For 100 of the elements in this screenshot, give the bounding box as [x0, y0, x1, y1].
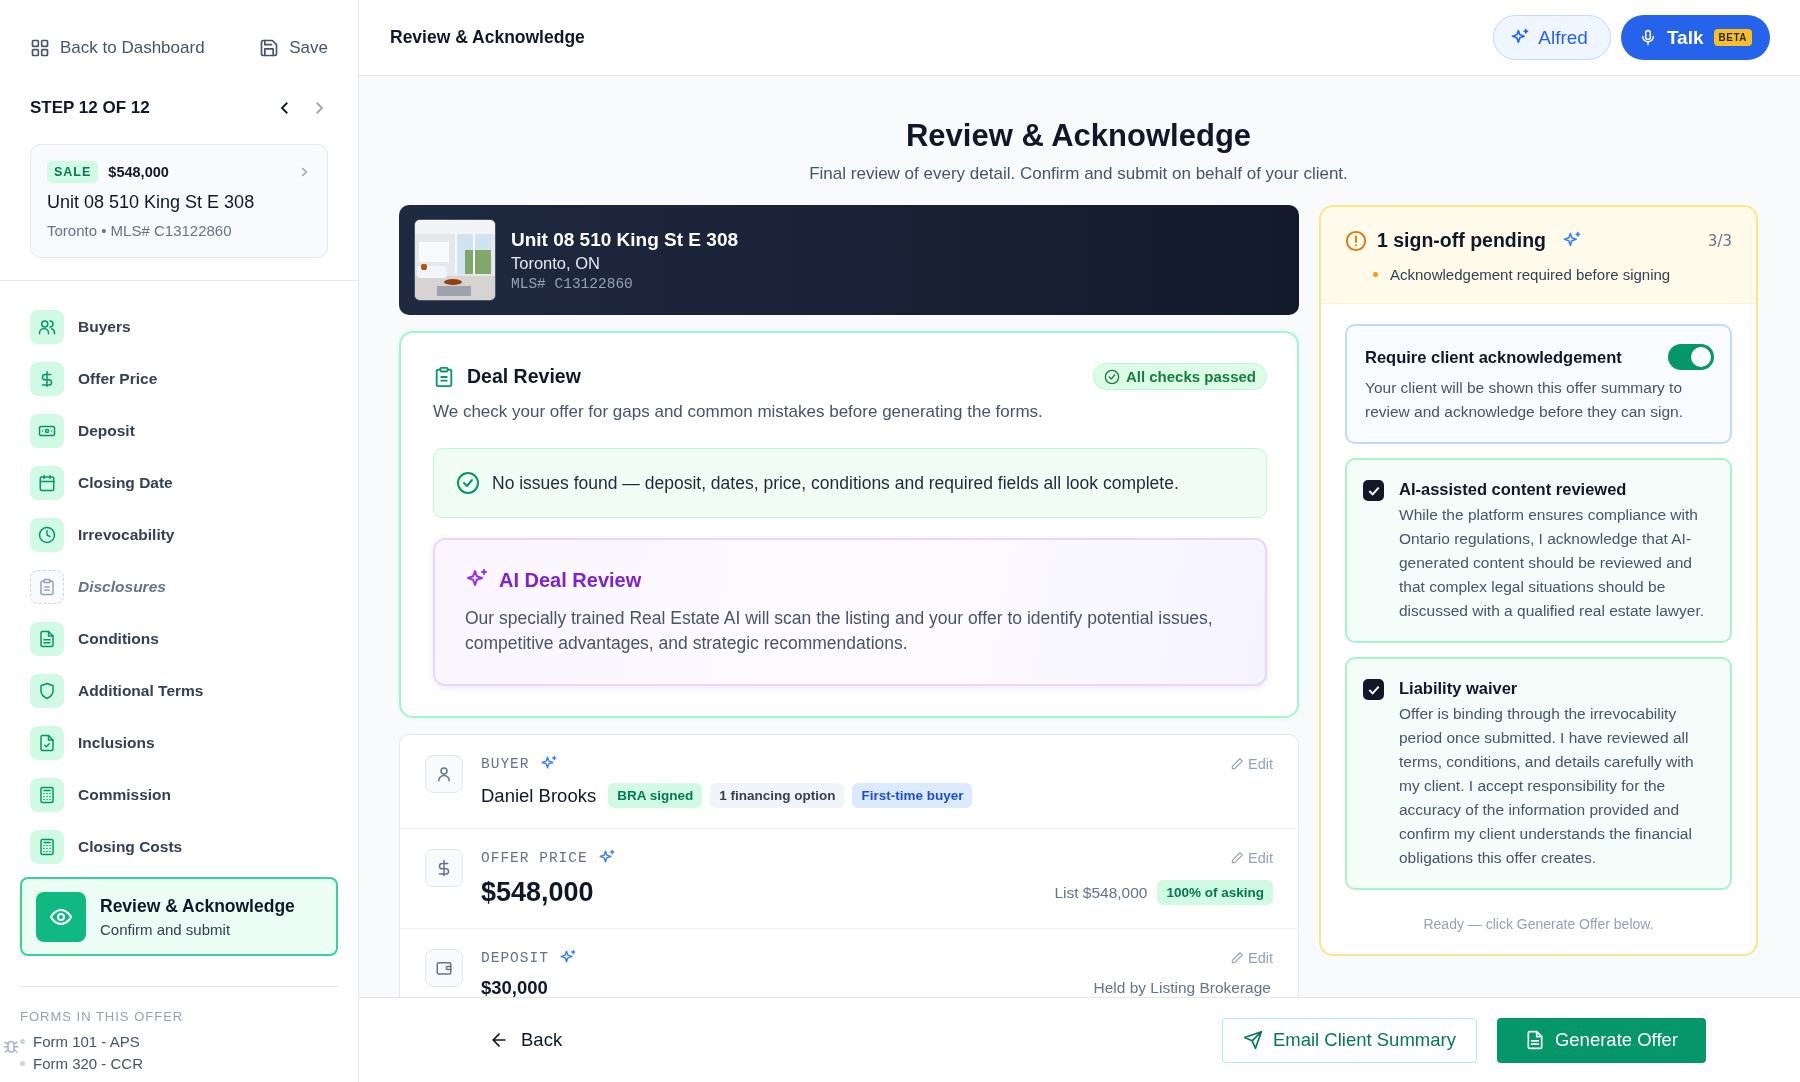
document-icon [38, 630, 56, 648]
step-subtitle: Confirm and submit [100, 920, 232, 938]
acknowledgement-description: Your client will be shown this offer summary to review and acknowledge before they can sign. [1365, 378, 1684, 422]
clipboard-icon [433, 365, 455, 388]
property-address: Unit 08 510 King St E 308 [511, 228, 739, 251]
step-item[interactable]: Commission [20, 769, 338, 821]
property-mls: MLS# C13122860 [511, 275, 634, 292]
pencil-icon [1230, 851, 1244, 865]
listing-meta: Toronto • MLS# C13122860 [47, 222, 233, 239]
step-item[interactable]: Closing Date [20, 457, 338, 509]
wallet-icon [435, 959, 453, 977]
sale-tag: SALE [47, 161, 99, 183]
document-check-icon [38, 734, 56, 752]
step-label: STEP 12 OF 12 [30, 98, 150, 118]
back-to-dashboard-link[interactable]: Back to Dashboard [30, 38, 205, 58]
row-value: Daniel Brooks [481, 784, 597, 807]
result-text: No issues found — deposit, dates, price, conditions and required fields all look complete. [492, 472, 1179, 494]
checkbox[interactable] [1363, 480, 1384, 501]
sign-off-note: Acknowledgement required before signing [1390, 266, 1671, 283]
bullet-icon [1373, 272, 1378, 277]
step-item[interactable]: Inclusions [20, 717, 338, 769]
calculator-icon [38, 786, 56, 804]
listing-address: Unit 08 510 King St E 308 [47, 192, 256, 213]
step-label: Disclosures [78, 578, 166, 596]
beta-badge: BETA [1713, 29, 1752, 46]
pencil-icon [1230, 757, 1244, 771]
row-note: Held by Listing Brokerage [1093, 979, 1271, 997]
check-circle-icon [1103, 368, 1120, 385]
step-item[interactable]: Additional Terms [20, 665, 338, 717]
calculator-icon [38, 838, 56, 856]
row-note: List $548,000 [1054, 883, 1148, 902]
listing-price: $548,000 [108, 164, 170, 180]
tag: 1 financing option [710, 783, 845, 808]
tag: BRA signed [608, 783, 703, 808]
step-label: Irrevocability [78, 526, 175, 544]
sign-off-title: 1 sign-off pending [1377, 229, 1546, 252]
tag: First-time buyer [852, 783, 973, 808]
talk-button[interactable]: Talk BETA [1620, 15, 1770, 60]
listing-card[interactable]: SALE $548,000 Unit 08 510 King St E 308 Toronto • MLS# C13122860 [30, 144, 328, 258]
checkbox[interactable] [1363, 679, 1384, 700]
deal-review-title: Deal Review [467, 365, 582, 388]
row-value: $30,000 [481, 977, 548, 997]
clipboard-icon [38, 578, 56, 596]
acknowledgement-title: Liability waiver [1399, 679, 1518, 697]
step-label: Offer Price [78, 370, 158, 388]
assistant-button[interactable]: Alfred [1493, 15, 1611, 60]
header-title: Review & Acknowledge [390, 27, 585, 48]
acknowledgement-description: While the platform ensures compliance with Ontario regulations, I acknowledge that AI-generated content should be reviewed and that complex legal situations should be discussed with a qualified real estate lawyer. [1399, 505, 1705, 621]
save-icon [259, 38, 280, 58]
people-icon [38, 318, 56, 336]
acknowledgement-description: Offer is binding through the irrevocability period once submitted. I have reviewed all terms, conditions, and details carefully with my client. I accept responsibility for the accuracy of the information provided and confirm my client understands the financial obligations this offer creates. [1399, 704, 1695, 868]
form-name: Form 320 - CCR [33, 1054, 144, 1072]
status-badge: All checks passed [1092, 363, 1267, 390]
acknowledgement-title: AI-assisted content reviewed [1399, 480, 1627, 498]
ai-review-description: Our specially trained Real Estate AI will scan the listing and your offer to identify potential issues, competitive advantages, and strategic recommendations. [465, 607, 1214, 655]
row-value: $548,000 [481, 877, 594, 908]
step-label: Additional Terms [78, 682, 204, 700]
send-icon [1242, 1030, 1263, 1050]
step-item[interactable]: Irrevocability [20, 509, 338, 561]
deal-review-description: We check your offer for gaps and common mistakes before generating the forms. [433, 402, 1044, 422]
forms-heading: FORMS IN THIS OFFER [20, 1009, 185, 1024]
save-button[interactable]: Save [259, 38, 328, 58]
form-name: Form 101 - APS [33, 1032, 140, 1050]
step-label: Buyers [78, 318, 131, 336]
shield-icon [38, 682, 56, 700]
row-label: DEPOSIT [481, 950, 549, 966]
ai-review-title: AI Deal Review [499, 568, 642, 592]
step-label: Closing Costs [78, 838, 183, 856]
acknowledgement-title: Require client acknowledgement [1365, 347, 1622, 367]
calendar-icon [38, 474, 56, 492]
page-title: Review & Acknowledge [904, 118, 1253, 154]
step-item[interactable]: Buyers [20, 301, 338, 353]
step-item[interactable]: Conditions [20, 613, 338, 665]
step-item[interactable]: Deposit [20, 405, 338, 457]
tag: 100% of asking [1157, 880, 1273, 905]
step-item[interactable]: Disclosures [20, 561, 338, 613]
check-circle-icon [456, 471, 480, 495]
email-summary-button[interactable]: Email Client Summary [1221, 1017, 1477, 1063]
bullet-icon [20, 1038, 25, 1044]
step-label: Deposit [78, 422, 135, 440]
step-item[interactable]: Review & Acknowledge Confirm and submit [20, 877, 338, 956]
step-item[interactable]: Offer Price [20, 353, 338, 405]
step-label: Review & Acknowledge [100, 895, 295, 917]
page-subtitle: Final review of every detail. Confirm and submit on behalf of your client. [808, 164, 1349, 184]
row-label: BUYER [481, 756, 530, 772]
row-label: OFFER PRICE [481, 850, 588, 866]
alert-circle-icon [1345, 229, 1367, 252]
step-item[interactable]: Closing Costs [20, 821, 338, 873]
generate-offer-button[interactable]: Generate Offer [1496, 1017, 1706, 1063]
clock-icon [38, 526, 56, 544]
sign-off-count: 3/3 [1707, 231, 1732, 250]
step-label: Commission [78, 786, 171, 804]
pencil-icon [1230, 951, 1244, 965]
step-label: Inclusions [78, 734, 155, 752]
back-button[interactable]: Back [489, 1029, 563, 1051]
toggle-switch[interactable] [1668, 344, 1714, 370]
grid-icon [30, 38, 50, 58]
person-icon [435, 765, 453, 783]
step-label: Closing Date [78, 474, 173, 492]
step-label: Conditions [78, 630, 159, 648]
